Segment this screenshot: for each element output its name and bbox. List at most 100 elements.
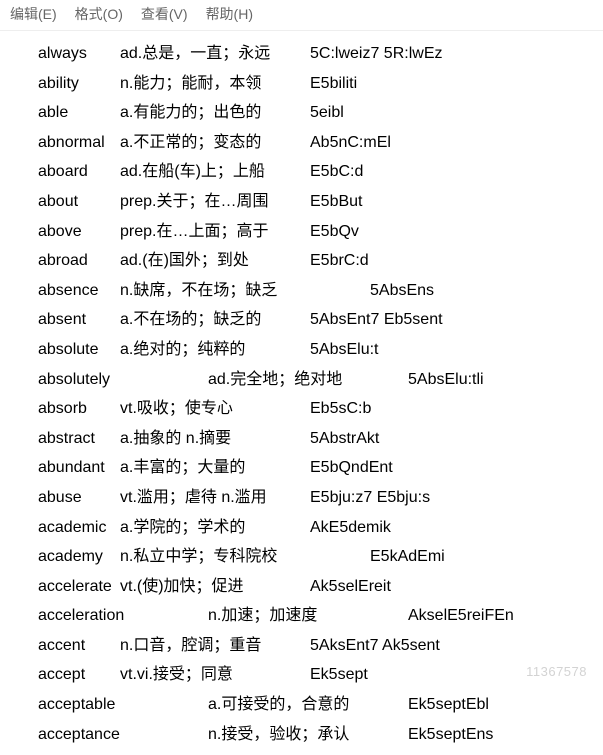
pronunciation: E5bju:z7 E5bju:s [310, 483, 430, 513]
pronunciation: Ab5nC:mEl [310, 128, 391, 158]
pronunciation: Ek5septEns [408, 720, 493, 750]
word-row: accentn.口音，腔调；重音5AksEnt7 Ak5sent [38, 631, 603, 661]
definition: ad.(在)国外；到处 [120, 246, 310, 276]
definition: prep.关于；在…周围 [120, 187, 310, 217]
word-row: accelerationn.加速；加速度AkselE5reiFEn [38, 601, 603, 631]
word-row: alwaysad.总是，一直；永远5C:lweiz7 5R:lwEz [38, 39, 603, 69]
pronunciation: 5AbstrAkt [310, 424, 379, 454]
word: about [38, 187, 120, 217]
word: always [38, 39, 120, 69]
definition: vt.吸收；使专心 [120, 394, 310, 424]
word-row: absenta.不在场的；缺乏的5AbsEnt7 Eb5sent [38, 305, 603, 335]
word: acceptable [38, 690, 208, 720]
word: acceleration [38, 601, 208, 631]
word-row: abnormala.不正常的；变态的Ab5nC:mEl [38, 128, 603, 158]
word-row: aboardad.在船(车)上；上船E5bC:d [38, 157, 603, 187]
pronunciation: 5C:lweiz7 5R:lwEz [310, 39, 442, 69]
definition: a.可接受的，合意的 [208, 690, 408, 720]
definition: ad.完全地；绝对地 [208, 365, 408, 395]
word-row: acceleratevt.(使)加快；促进Ak5selEreit [38, 572, 603, 602]
word-row: abroadad.(在)国外；到处E5brC:d [38, 246, 603, 276]
word: acceptance [38, 720, 208, 750]
definition: vt.(使)加快；促进 [120, 572, 310, 602]
word: ability [38, 69, 120, 99]
word-row: acceptablea.可接受的，合意的Ek5septEbl [38, 690, 603, 720]
menu-view[interactable]: 查看(V) [141, 4, 188, 24]
menu-format[interactable]: 格式(O) [75, 4, 123, 24]
pronunciation: E5kAdEmi [370, 542, 445, 572]
definition: n.缺席，不在场；缺乏 [120, 276, 370, 306]
word: absolute [38, 335, 120, 365]
definition: n.私立中学；专科院校 [120, 542, 370, 572]
word: academic [38, 513, 120, 543]
word: accept [38, 660, 120, 690]
word-row: acceptvt.vi.接受；同意Ek5sept [38, 660, 603, 690]
pronunciation: 5AbsElu:tli [408, 365, 484, 395]
word: abundant [38, 453, 120, 483]
word-row: abilityn.能力；能耐，本领E5biliti [38, 69, 603, 99]
menu-edit[interactable]: 编辑(E) [10, 4, 57, 24]
definition: a.抽象的 n.摘要 [120, 424, 310, 454]
word-row: aboutprep.关于；在…周围E5bBut [38, 187, 603, 217]
word-row: aboveprep.在…上面；高于E5bQv [38, 217, 603, 247]
pronunciation: E5bC:d [310, 157, 363, 187]
definition: a.学院的；学术的 [120, 513, 310, 543]
word-row: academica.学院的；学术的AkE5demik [38, 513, 603, 543]
word: abnormal [38, 128, 120, 158]
pronunciation: AkselE5reiFEn [408, 601, 514, 631]
menubar: 编辑(E) 格式(O) 查看(V) 帮助(H) [0, 0, 603, 31]
definition: a.丰富的；大量的 [120, 453, 310, 483]
pronunciation: 5AbsElu:t [310, 335, 378, 365]
word-row: absorbvt.吸收；使专心Eb5sC:b [38, 394, 603, 424]
word: abuse [38, 483, 120, 513]
pronunciation: Ek5septEbl [408, 690, 489, 720]
word-row: absolutelyad.完全地；绝对地5AbsElu:tli [38, 365, 603, 395]
definition: vt.vi.接受；同意 [120, 660, 310, 690]
word-row: academyn.私立中学；专科院校E5kAdEmi [38, 542, 603, 572]
word: absent [38, 305, 120, 335]
word-row: acceptancen.接受，验收；承认Ek5septEns [38, 720, 603, 750]
pronunciation: Ak5selEreit [310, 572, 391, 602]
definition: a.有能力的；出色的 [120, 98, 310, 128]
word: absorb [38, 394, 120, 424]
word-row: abundanta.丰富的；大量的E5bQndEnt [38, 453, 603, 483]
definition: a.不在场的；缺乏的 [120, 305, 310, 335]
pronunciation: E5biliti [310, 69, 357, 99]
definition: vt.滥用；虐待 n.滥用 [120, 483, 310, 513]
definition: a.绝对的；纯粹的 [120, 335, 310, 365]
pronunciation: E5brC:d [310, 246, 369, 276]
pronunciation: 5AksEnt7 Ak5sent [310, 631, 440, 661]
pronunciation: Ek5sept [310, 660, 368, 690]
word: absolutely [38, 365, 208, 395]
word: absence [38, 276, 120, 306]
pronunciation: Eb5sC:b [310, 394, 371, 424]
definition: n.口音，腔调；重音 [120, 631, 310, 661]
definition: n.加速；加速度 [208, 601, 408, 631]
word: above [38, 217, 120, 247]
menu-help[interactable]: 帮助(H) [206, 4, 253, 24]
word-row: abusevt.滥用；虐待 n.滥用E5bju:z7 E5bju:s [38, 483, 603, 513]
pronunciation: 5AbsEnt7 Eb5sent [310, 305, 443, 335]
definition: ad.在船(车)上；上船 [120, 157, 310, 187]
word: abstract [38, 424, 120, 454]
word-list: alwaysad.总是，一直；永远5C:lweiz7 5R:lwEzabilit… [0, 31, 603, 755]
word-row: absolutea.绝对的；纯粹的5AbsElu:t [38, 335, 603, 365]
definition: ad.总是，一直；永远 [120, 39, 310, 69]
word-row: absencen.缺席，不在场；缺乏5AbsEns [38, 276, 603, 306]
definition: a.不正常的；变态的 [120, 128, 310, 158]
word-row: ablea.有能力的；出色的5eibl [38, 98, 603, 128]
watermark: 11367578 [526, 664, 587, 679]
word: abroad [38, 246, 120, 276]
word: able [38, 98, 120, 128]
word: accent [38, 631, 120, 661]
definition: n.能力；能耐，本领 [120, 69, 310, 99]
pronunciation: 5eibl [310, 98, 344, 128]
pronunciation: AkE5demik [310, 513, 391, 543]
pronunciation: E5bQv [310, 217, 359, 247]
definition: n.接受，验收；承认 [208, 720, 408, 750]
definition: prep.在…上面；高于 [120, 217, 310, 247]
word: academy [38, 542, 120, 572]
word: aboard [38, 157, 120, 187]
word: accelerate [38, 572, 120, 602]
pronunciation: E5bQndEnt [310, 453, 393, 483]
